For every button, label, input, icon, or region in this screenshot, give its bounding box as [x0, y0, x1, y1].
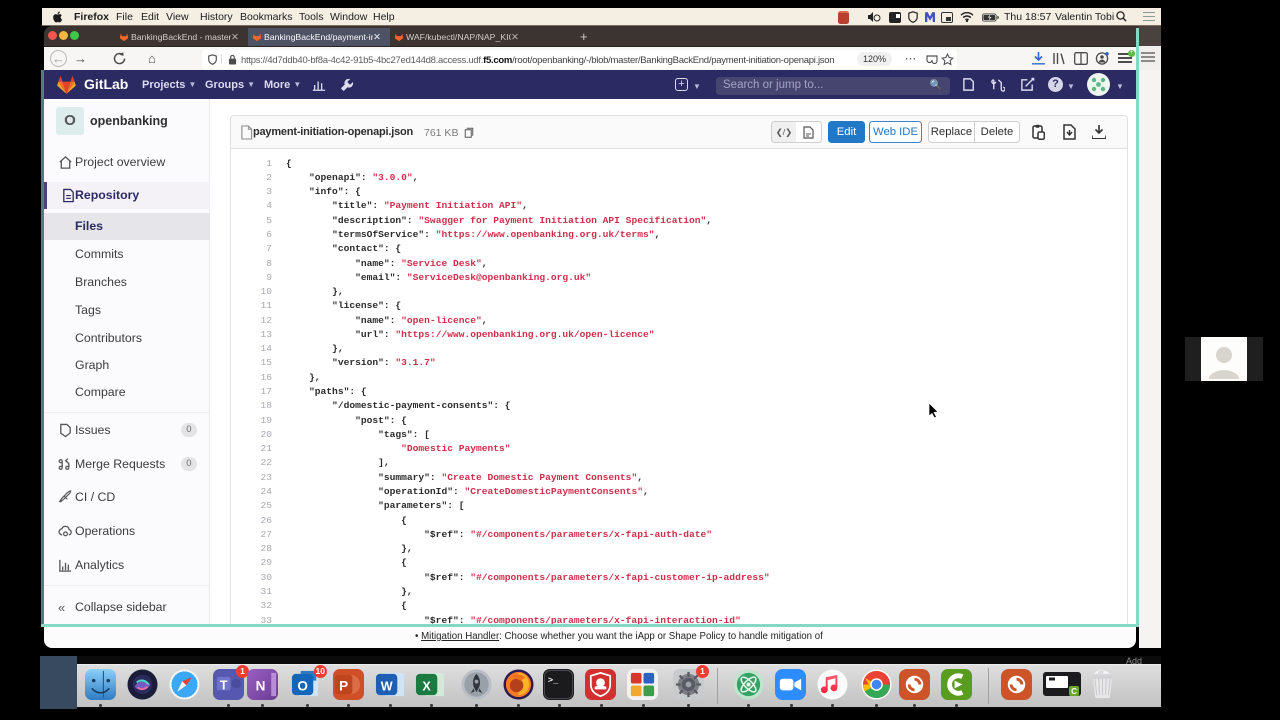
svg-text:X: X — [422, 679, 431, 693]
svg-text:O: O — [297, 678, 308, 693]
svg-text:W: W — [381, 679, 393, 693]
svg-text:T: T — [220, 678, 228, 692]
svg-text:N: N — [256, 678, 266, 693]
svg-text:>_: >_ — [548, 676, 559, 686]
svg-text:P: P — [339, 678, 348, 693]
svg-text:C: C — [1071, 687, 1077, 696]
